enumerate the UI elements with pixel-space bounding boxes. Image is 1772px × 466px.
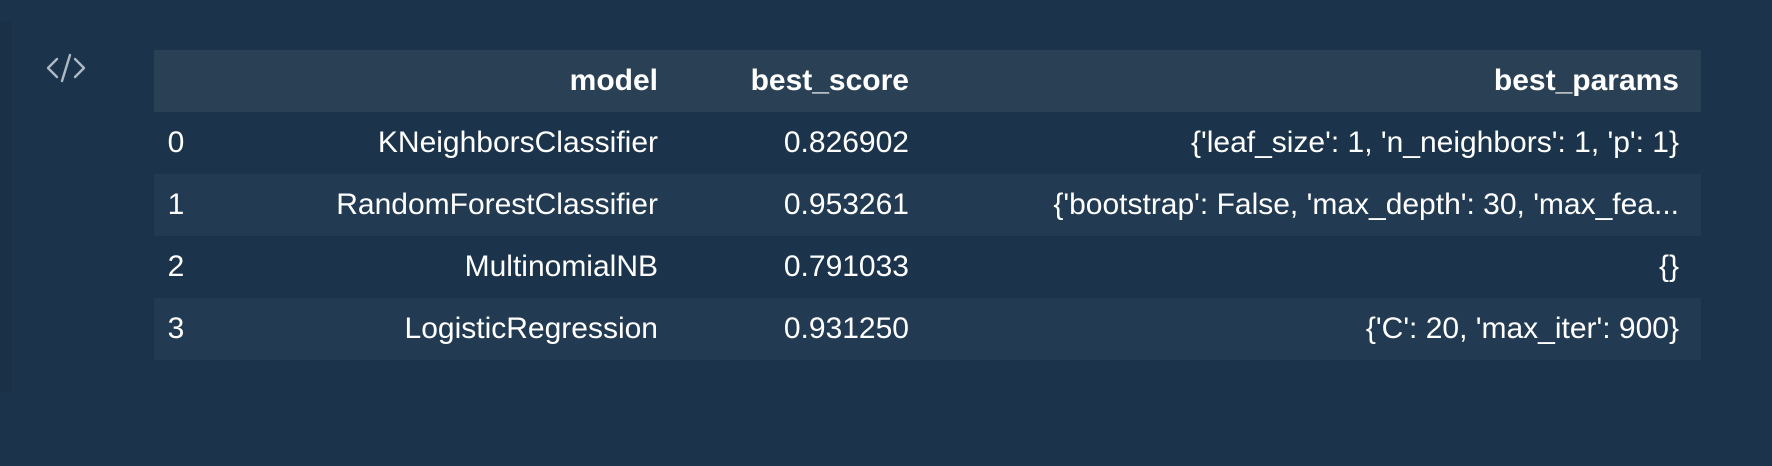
cell-model: RandomForestClassifier <box>198 174 676 236</box>
table-row: 3 LogisticRegression 0.931250 {'C': 20, … <box>154 298 1701 360</box>
cell-best-params: {'bootstrap': False, 'max_depth': 30, 'm… <box>927 174 1701 236</box>
cell-model: KNeighborsClassifier <box>198 112 676 174</box>
table-row: 2 MultinomialNB 0.791033 {} <box>154 236 1701 298</box>
column-header-best-params: best_params <box>927 50 1701 112</box>
cell-output: model best_score best_params 0 KNeighbor… <box>154 50 1701 360</box>
cell-best-params: {} <box>927 236 1701 298</box>
cell-best-score: 0.791033 <box>676 236 927 298</box>
table-header-row: model best_score best_params <box>154 50 1701 112</box>
cell-best-params: {'leaf_size': 1, 'n_neighbors': 1, 'p': … <box>927 112 1701 174</box>
cell-model: MultinomialNB <box>198 236 676 298</box>
row-index: 0 <box>154 112 198 174</box>
dataframe-table: model best_score best_params 0 KNeighbor… <box>154 50 1701 360</box>
column-header-model: model <box>198 50 676 112</box>
cell-gutter <box>0 22 12 392</box>
row-index: 1 <box>154 174 198 236</box>
column-header-best-score: best_score <box>676 50 927 112</box>
column-header-index <box>154 50 198 112</box>
table-row: 1 RandomForestClassifier 0.953261 {'boot… <box>154 174 1701 236</box>
cell-best-params: {'C': 20, 'max_iter': 900} <box>927 298 1701 360</box>
row-index: 2 <box>154 236 198 298</box>
cell-best-score: 0.953261 <box>676 174 927 236</box>
code-toggle-button[interactable] <box>44 50 88 86</box>
cell-best-score: 0.826902 <box>676 112 927 174</box>
row-index: 3 <box>154 298 198 360</box>
cell-best-score: 0.931250 <box>676 298 927 360</box>
cell-model: LogisticRegression <box>198 298 676 360</box>
code-brackets-icon <box>46 53 86 83</box>
table-row: 0 KNeighborsClassifier 0.826902 {'leaf_s… <box>154 112 1701 174</box>
